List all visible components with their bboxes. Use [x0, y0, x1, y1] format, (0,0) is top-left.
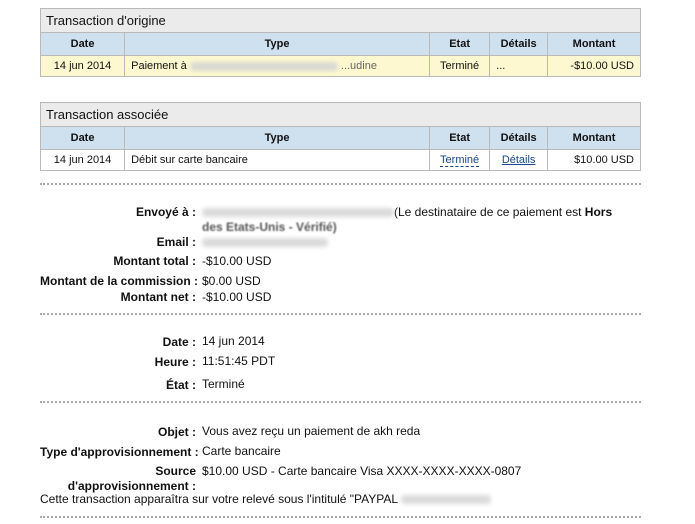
heure-value: 11:51:45 PDT: [202, 354, 276, 368]
appro-value: Carte bancaire: [202, 444, 281, 458]
redacted-recipient: [202, 208, 394, 218]
related-transaction-table: Date Type Etat Détails Montant 14 jun 20…: [41, 127, 640, 170]
email-label: Email :: [156, 235, 196, 249]
source-label-line1: Source: [155, 464, 196, 478]
cell-etat: Terminé: [429, 149, 491, 170]
email-value: [202, 235, 328, 250]
cell-date: 14 jun 2014: [41, 149, 126, 170]
details-link[interactable]: Détails: [502, 154, 536, 166]
col-header-date[interactable]: Date: [41, 127, 126, 150]
col-header-details[interactable]: Détails: [489, 127, 549, 150]
envoye-note-bold-line2: des Etats-Unis - Vérifié): [202, 220, 337, 234]
origin-transaction-panel: Transaction d'origine Date Type Etat Dét…: [40, 8, 641, 77]
cell-details: ...: [489, 55, 549, 76]
appro-label: Type d'approvisionnement :: [40, 445, 199, 459]
col-header-montant[interactable]: Montant: [547, 33, 640, 56]
origin-panel-title: Transaction d'origine: [41, 9, 640, 33]
redacted-descriptor: [400, 495, 491, 505]
divider: [40, 401, 641, 403]
commission-value: $0.00 USD: [202, 274, 261, 288]
col-header-type[interactable]: Type: [124, 33, 431, 56]
envoye-note-bold: Hors: [584, 205, 613, 219]
etat-label: État :: [166, 378, 196, 392]
date-label: Date :: [162, 335, 196, 349]
col-header-details[interactable]: Détails: [489, 33, 549, 56]
col-header-date[interactable]: Date: [41, 33, 126, 56]
cell-details: Détails: [489, 149, 549, 170]
redacted-name: [189, 61, 338, 71]
etat-link[interactable]: Terminé: [440, 154, 480, 167]
cell-date: 14 jun 2014: [41, 55, 126, 76]
envoye-note: (Le destinataire de ce paiement est: [394, 205, 582, 219]
cell-type: Paiement à ...udine: [124, 55, 431, 76]
total-value: -$10.00 USD: [202, 254, 272, 268]
releve-note: Cette transaction apparaîtra sur votre r…: [40, 492, 491, 507]
objet-value: Vous avez reçu un paiement de akh reda: [202, 424, 421, 438]
net-value: -$10.00 USD: [202, 290, 272, 304]
heure-label: Heure :: [154, 355, 196, 369]
envoye-value: (Le destinataire de ce paiement est Hors…: [202, 205, 622, 235]
table-row[interactable]: 14 jun 2014 Paiement à ...udine Terminé …: [41, 55, 640, 76]
col-header-montant[interactable]: Montant: [547, 127, 640, 150]
col-header-etat[interactable]: Etat: [429, 33, 491, 56]
cell-montant: $10.00 USD: [574, 154, 634, 166]
divider: [40, 313, 641, 315]
related-panel-title: Transaction associée: [41, 103, 640, 127]
source-label: Source d'approvisionnement :: [40, 464, 196, 494]
objet-label: Objet :: [158, 425, 196, 439]
etat-value: Terminé: [202, 377, 245, 391]
net-label: Montant net :: [120, 290, 196, 304]
divider: [40, 516, 641, 518]
releve-text: Cette transaction apparaîtra sur votre r…: [40, 492, 398, 506]
date-value: 14 jun 2014: [202, 334, 265, 348]
cell-etat: Terminé: [429, 55, 491, 76]
envoye-label: Envoyé à :: [135, 205, 196, 219]
divider: [40, 183, 641, 185]
type-suffix: ...udine: [340, 60, 377, 72]
cell-montant: -$10.00 USD: [547, 55, 640, 76]
cell-type: Débit sur carte bancaire: [124, 149, 431, 170]
table-header-row: Date Type Etat Détails Montant: [41, 33, 640, 56]
col-header-type[interactable]: Type: [124, 127, 431, 150]
col-header-etat[interactable]: Etat: [429, 127, 491, 150]
commission-label: Montant de la commission :: [40, 274, 199, 288]
related-transaction-panel: Transaction associée Date Type Etat Déta…: [40, 102, 641, 171]
source-label-line2: d'approvisionnement :: [67, 479, 196, 493]
total-label: Montant total :: [113, 254, 196, 268]
redacted-email: [202, 238, 328, 248]
type-prefix: Paiement à: [131, 60, 187, 72]
table-header-row: Date Type Etat Détails Montant: [41, 127, 640, 150]
table-row[interactable]: 14 jun 2014 Débit sur carte bancaire Ter…: [41, 149, 640, 170]
origin-transaction-table: Date Type Etat Détails Montant 14 jun 20…: [41, 33, 640, 76]
source-value: $10.00 USD - Carte bancaire Visa XXXX-XX…: [202, 464, 522, 478]
